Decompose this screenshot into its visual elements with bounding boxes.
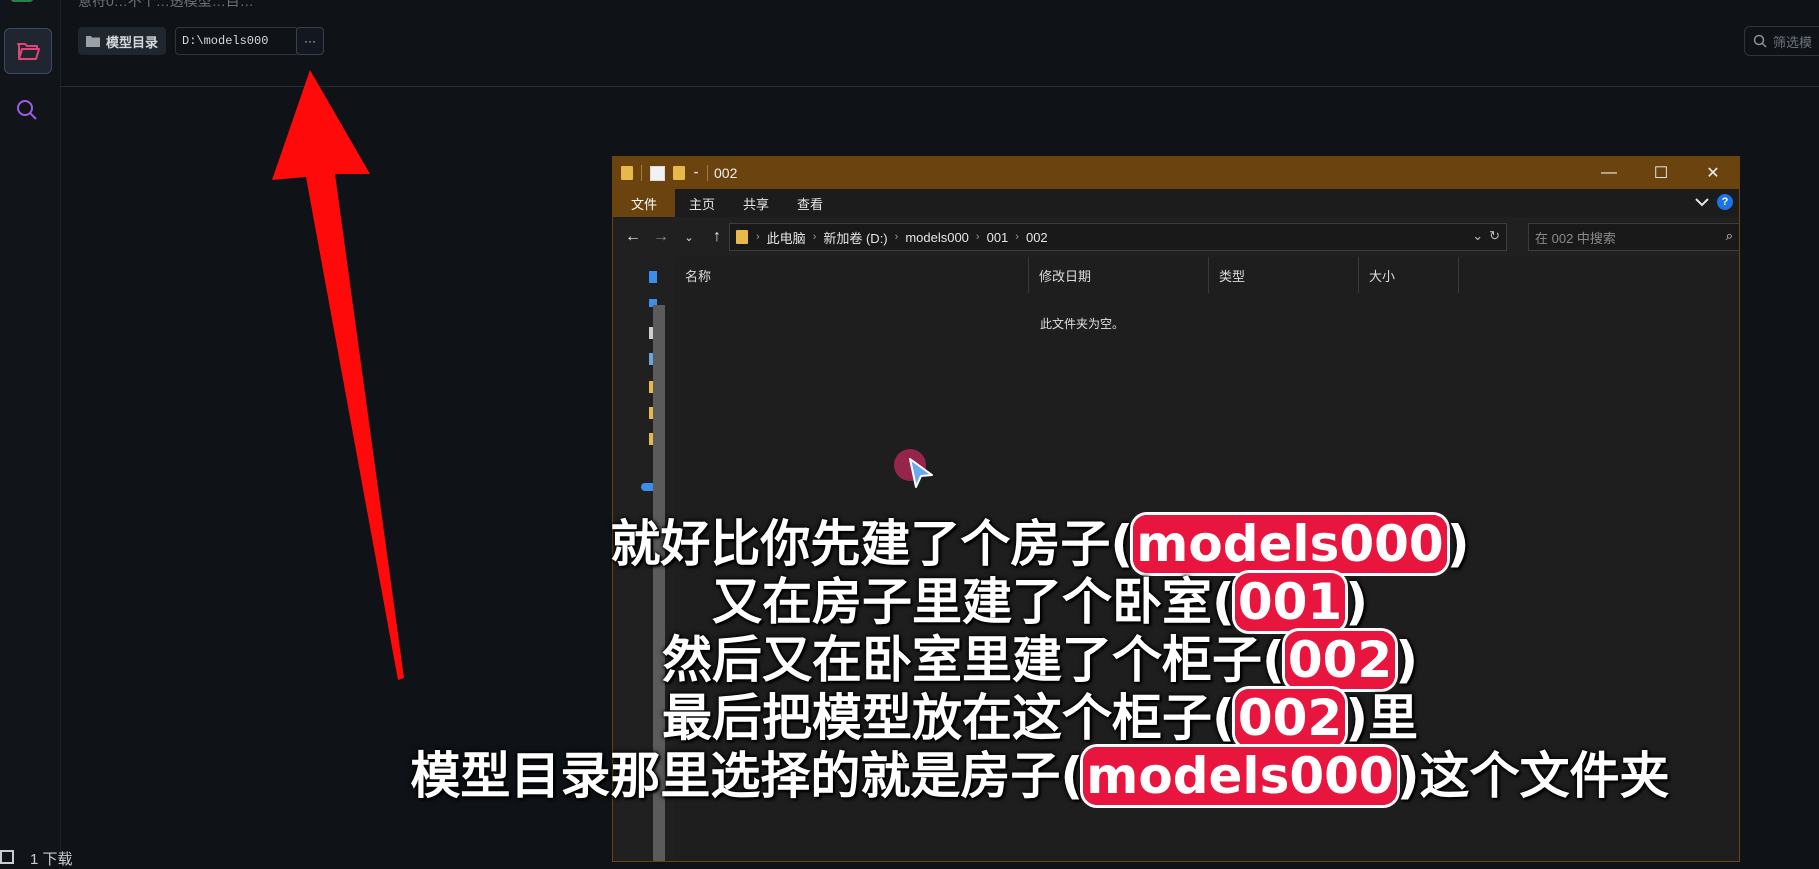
subtitle-line-3: 然后又在卧室里建了个柜子(002) [300,631,1780,689]
new-folder-icon[interactable] [673,166,685,180]
column-headers: 名称 修改日期 类型 大小 [675,257,1739,293]
search-icon [1753,34,1767,48]
app-logo-icon [11,0,33,2]
properties-icon[interactable] [650,165,665,181]
header-divider [60,86,1819,87]
breadcrumb-001[interactable]: 001 [982,230,1014,245]
back-arrow-icon[interactable]: ← [619,228,647,246]
explorer-title: 002 [714,165,738,181]
model-dir-input[interactable]: D:\models000 [175,27,299,55]
breadcrumb-drive-d[interactable]: 新加卷 (D:) [818,228,892,247]
breadcrumb-separator: › [894,231,899,243]
folder-icon [86,36,100,47]
help-icon[interactable]: ? [1717,194,1733,210]
quick-access-icon[interactable] [649,271,657,283]
close-button[interactable]: ✕ [1687,157,1739,189]
subtitle-text: 然后又在卧室里建了个柜子( [661,631,1285,689]
tab-file[interactable]: 文件 [613,189,676,217]
address-bar[interactable]: › 此电脑 › 新加卷 (D:) › models000 › 001 › 002… [729,223,1507,251]
breadcrumb-this-pc[interactable]: 此电脑 [762,228,811,247]
subtitle-text: 就好比你先建了个房子( [610,515,1134,573]
tab-view[interactable]: 查看 [783,189,837,217]
subtitle-highlight: models000 [1083,747,1397,805]
download-icon [0,850,14,864]
subtitle-block: 就好比你先建了个房子(models000) 又在房子里建了个卧室(001) 然后… [300,515,1780,805]
subtitle-line-5: 模型目录那里选择的就是房子(models000)这个文件夹 [300,747,1780,805]
subtitle-line-1: 就好比你先建了个房子(models000) [300,515,1780,573]
expand-ribbon-icon[interactable] [1695,197,1709,207]
breadcrumb-separator: › [1015,231,1019,243]
breadcrumb-002[interactable]: 002 [1021,230,1053,245]
subtitle-text: 又在房子里建了个卧室( [711,573,1235,631]
subtitle-text: )这个文件夹 [1396,747,1670,805]
search-icon [17,100,37,120]
folder-nav-button[interactable] [4,28,52,74]
subtitle-highlight: models000 [1133,515,1447,573]
column-name[interactable]: 名称 [675,257,1029,293]
up-arrow-icon[interactable]: ↑ [703,228,731,246]
forward-arrow-icon[interactable]: → [647,228,675,246]
explorer-search-input[interactable]: 在 002 中搜索 ⌕ [1528,223,1739,251]
minimize-button[interactable]: — [1583,157,1635,189]
ribbon-tabs: 文件 主页 共享 查看 ? [613,189,1739,217]
mouse-cursor-icon [909,458,933,488]
empty-folder-message: 此文件夹为空。 [1039,317,1124,331]
recent-dropdown-icon[interactable]: ⌄ [675,231,703,244]
subtitle-text: ) [1345,573,1369,631]
column-type[interactable]: 类型 [1209,257,1359,293]
tab-share[interactable]: 共享 [729,189,783,217]
subtitle-text: ) [1395,631,1419,689]
column-size[interactable]: 大小 [1359,257,1459,293]
filter-input[interactable]: 筛选模 [1744,26,1819,56]
subtitle-text: 最后把模型放在这个柜子( [661,689,1235,747]
subtitle-text: 模型目录那里选择的就是房子( [410,747,1084,805]
subtitle-highlight: 002 [1284,631,1396,689]
folder-open-icon [17,43,40,60]
maximize-button[interactable]: ☐ [1635,157,1687,189]
explorer-titlebar[interactable]: ⁃ 002 — ☐ ✕ [613,157,1739,189]
model-dir-label-text: 模型目录 [106,34,159,50]
left-rail [0,0,61,860]
filter-placeholder: 筛选模 [1773,34,1813,50]
breadcrumb-separator: › [975,231,980,243]
title-separator [707,165,708,181]
navigation-row: ← → ⌄ ↑ › 此电脑 › 新加卷 (D:) › models000 › 0… [613,217,1739,257]
column-modified[interactable]: 修改日期 [1029,257,1209,293]
model-dir-label: 模型目录 [78,27,167,55]
refresh-icon[interactable]: ↻ [1489,228,1500,244]
search-nav-button[interactable] [4,88,50,132]
folder-icon [736,230,748,244]
quick-access-dropdown-icon[interactable]: ⁃ [693,166,699,180]
breadcrumb-separator: › [756,231,760,243]
subtitle-line-2: 又在房子里建了个卧室(001) [300,573,1780,631]
header-text: 意符0…不个…透模型…目… [78,0,254,9]
search-icon: ⌕ [1725,228,1733,243]
breadcrumb-separator: › [812,231,817,243]
subtitle-line-4: 最后把模型放在这个柜子(002)里 [300,689,1780,747]
browse-more-button[interactable]: ··· [296,27,324,55]
folder-icon [621,166,633,180]
subtitle-highlight: 001 [1234,573,1346,631]
tab-home[interactable]: 主页 [675,189,729,217]
explorer-search-placeholder: 在 002 中搜索 [1535,230,1616,246]
subtitle-highlight: 002 [1234,689,1346,747]
address-dropdown-icon[interactable]: ⌄ [1472,228,1483,244]
download-status: 1 下载 [0,848,73,869]
title-separator [641,165,642,181]
breadcrumb-models000[interactable]: models000 [900,230,974,245]
subtitle-text: ) [1446,515,1470,573]
subtitle-text: )里 [1345,689,1419,747]
